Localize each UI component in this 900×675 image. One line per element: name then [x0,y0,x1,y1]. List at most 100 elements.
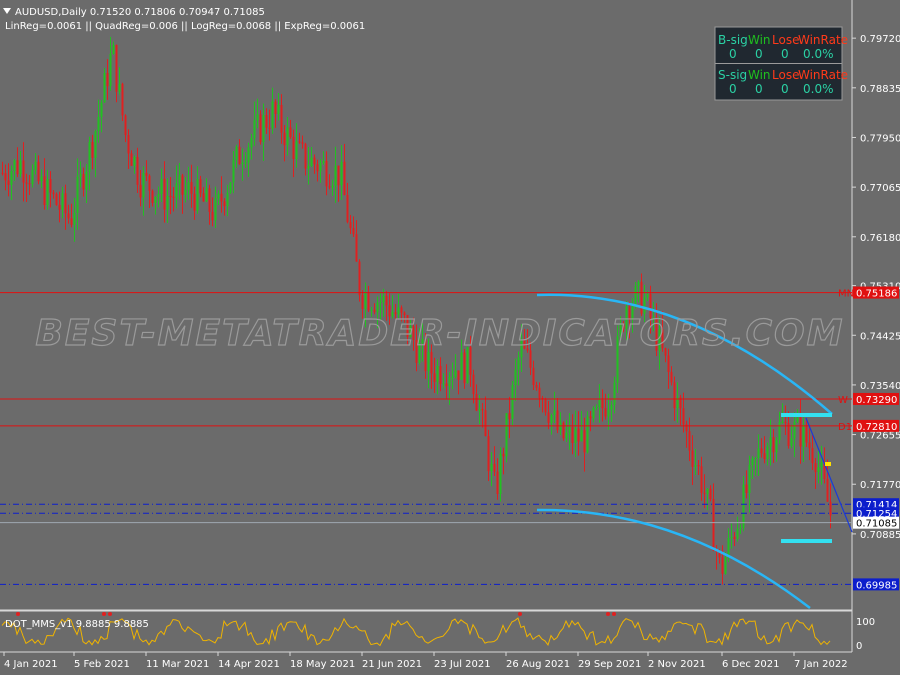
candle-body [826,478,829,502]
candle-body [496,471,499,494]
level-label: MN [838,289,854,300]
candle-body [682,408,685,425]
candle-body [46,179,49,205]
candle-body [493,463,496,472]
price-tick-label: 0.76180 [860,233,900,244]
candle-body [430,351,433,374]
candle-body [43,176,46,205]
candle-body [4,173,7,181]
candle-body [235,146,238,160]
price-chart[interactable]: MN W D1 BEST-METATRADER-INDICATORS.COM 0.7… [0,0,900,675]
candle-body [334,165,337,186]
candle-body [457,370,460,380]
candle-body [238,146,241,165]
candle-body [427,351,430,372]
candle-body [559,422,562,431]
candle-body [163,178,166,210]
candle-body [31,169,34,185]
candle-body [298,141,301,143]
candle-body [133,157,136,166]
candle-body [124,115,127,136]
candle-body [730,536,733,538]
candle-body [487,436,490,472]
buy-win-count: 0 [755,47,763,61]
candle-body [196,179,199,211]
sell-win-count: 0 [755,82,763,96]
candle-body [151,190,154,203]
candle-body [736,528,739,539]
candle-body [364,292,367,309]
candle-body [550,415,553,423]
candle-body [112,44,115,54]
candle-body [697,465,700,467]
candle-body [34,161,37,170]
candle-body [142,172,145,198]
candle-body [400,307,403,313]
support-marker [781,539,832,543]
candle-body [340,161,343,186]
candle-body [808,442,811,449]
candle-body [325,160,328,187]
candle-body [670,371,673,383]
candle-body [346,194,349,223]
candle-body [49,179,52,193]
time-tick-label: 29 Sep 2021 [578,659,641,670]
candle-body [313,157,316,165]
candle-body [688,431,691,451]
candle-body [100,102,103,117]
candle-body [694,465,697,467]
candle-body [97,116,100,132]
candle-body [811,448,814,464]
candle-body [286,127,289,146]
candle-body [685,424,688,432]
candle-body [796,417,799,422]
candle-body [208,188,211,212]
candle-body [502,453,505,457]
candle-body [70,218,73,225]
candle-body [130,153,133,166]
candle-body [118,83,121,92]
candle-body [160,178,163,194]
candle-body [79,173,82,177]
price-tick-label: 0.78835 [860,84,900,95]
candle-body [16,160,19,175]
candle-body [184,189,187,195]
oscillator-signal-dot [606,612,610,616]
candle-body [25,182,28,184]
candle-body [244,162,247,164]
candle-body [76,176,79,213]
candle-body [700,466,703,493]
oscillator-signal-dot [518,612,522,616]
candle-body [268,127,271,129]
resistance-marker [781,413,832,417]
oscillator-signal-dots [16,612,616,616]
candle-body [763,453,766,459]
candle-body [121,83,124,116]
candle-body [19,160,22,175]
candle-body [568,427,571,433]
candle-body [598,399,601,407]
candle-body [361,295,364,309]
candle-body [106,73,109,87]
price-tick-label: 0.70885 [860,530,900,541]
time-tick-label: 5 Feb 2021 [74,659,130,670]
candle-body [595,406,598,409]
candle-body [562,422,565,439]
candle-body [583,430,586,453]
collapse-triangle-icon[interactable] [3,8,11,14]
candle-body [304,143,307,169]
candle-body [805,424,808,443]
candle-body [673,382,676,409]
time-tick-label: 14 Apr 2021 [218,659,280,670]
candle-body [7,180,10,185]
candle-body [13,160,16,172]
candle-body [634,286,637,307]
candle-body [739,527,742,529]
candle-body [748,465,751,493]
candle-body [91,141,94,158]
candle-body [463,352,466,384]
candle-body [211,211,214,221]
candle-body [253,120,256,139]
trend-line[interactable] [805,417,853,533]
candle-body [88,141,91,172]
